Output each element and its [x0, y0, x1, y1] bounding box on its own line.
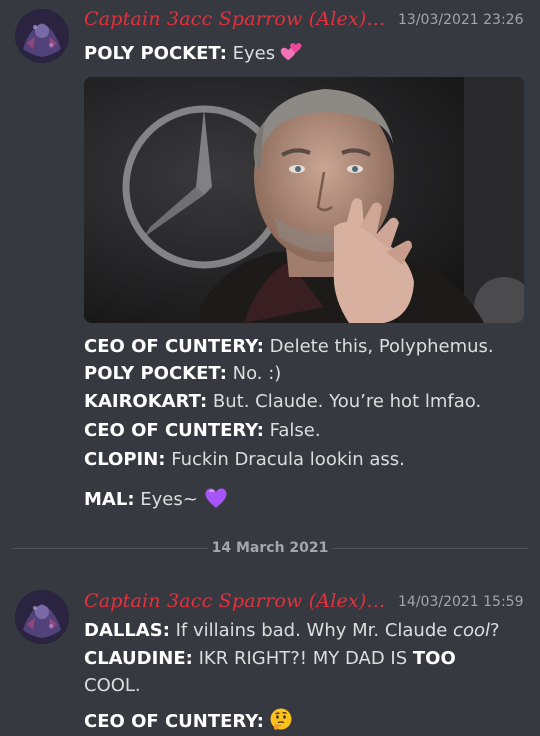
- speaker-name: POLY POCKET:: [84, 363, 227, 384]
- message-text: Eyes: [226, 43, 276, 64]
- speaker-name: POLY POCKET:: [84, 43, 227, 64]
- message-text: Delete this, Polyphemus.: [263, 336, 494, 357]
- speaker-name: CEO OF CUNTERY:: [84, 336, 264, 357]
- message-text: But. Claude. You’re hot lmfao.: [207, 391, 482, 412]
- purple-heart-emoji-icon: [203, 485, 229, 516]
- attached-image[interactable]: [84, 77, 524, 323]
- divider-line-right: [332, 548, 528, 549]
- message-line: POLY POCKET: Eyes: [84, 42, 304, 70]
- thinking-face-emoji-icon: [269, 707, 293, 736]
- speaker-name: CEO OF CUNTERY:: [84, 420, 264, 441]
- message-text: False.: [263, 420, 321, 441]
- author-name[interactable]: Captain 3acc Sparrow (Alex)...: [84, 8, 385, 30]
- message-text-italic: cool: [453, 620, 490, 641]
- message-text: No. :): [226, 363, 282, 384]
- speaker-name: DALLAS:: [84, 620, 170, 641]
- avatar[interactable]: [15, 590, 69, 644]
- message-text: ?: [489, 620, 500, 641]
- author-name[interactable]: Captain 3acc Sparrow (Alex)...: [84, 590, 385, 612]
- avatar[interactable]: [15, 9, 69, 63]
- message-text: Fuckin Dracula lookin ass.: [165, 449, 405, 470]
- message-line: POLY POCKET: No. :): [84, 362, 281, 386]
- speaker-name: CEO OF CUNTERY:: [84, 711, 264, 732]
- message-text: Eyes~: [134, 489, 198, 510]
- two-hearts-emoji-icon: [280, 43, 304, 70]
- speaker-name: MAL:: [84, 489, 135, 510]
- message-line: CLOPIN: Fuckin Dracula lookin ass.: [84, 448, 405, 472]
- message-text: COOL.: [84, 675, 141, 696]
- message-line: KAIROKART: But. Claude. You’re hot lmfao…: [84, 390, 481, 414]
- speaker-name: CLAUDINE:: [84, 648, 193, 669]
- message-line: CLAUDINE: IKR RIGHT?! MY DAD IS TOO: [84, 647, 456, 671]
- message-line: CEO OF CUNTERY: Delete this, Polyphemus.: [84, 335, 494, 359]
- message-text: If villains bad. Why Mr. Claude: [169, 620, 454, 641]
- speaker-name: KAIROKART:: [84, 391, 208, 412]
- timestamp: 14/03/2021 15:59: [398, 594, 524, 610]
- message-line: CEO OF CUNTERY: False.: [84, 419, 321, 443]
- message-line: COOL.: [84, 674, 141, 698]
- speaker-name: CLOPIN:: [84, 449, 166, 470]
- message-text: IKR RIGHT?! MY DAD IS: [192, 648, 413, 669]
- message-line: DALLAS: If villains bad. Why Mr. Claude …: [84, 619, 500, 643]
- timestamp: 13/03/2021 23:26: [398, 12, 524, 28]
- message-line: CEO OF CUNTERY:: [84, 707, 293, 736]
- message-text-bold: TOO: [412, 648, 456, 669]
- message-line: MAL: Eyes~: [84, 485, 229, 516]
